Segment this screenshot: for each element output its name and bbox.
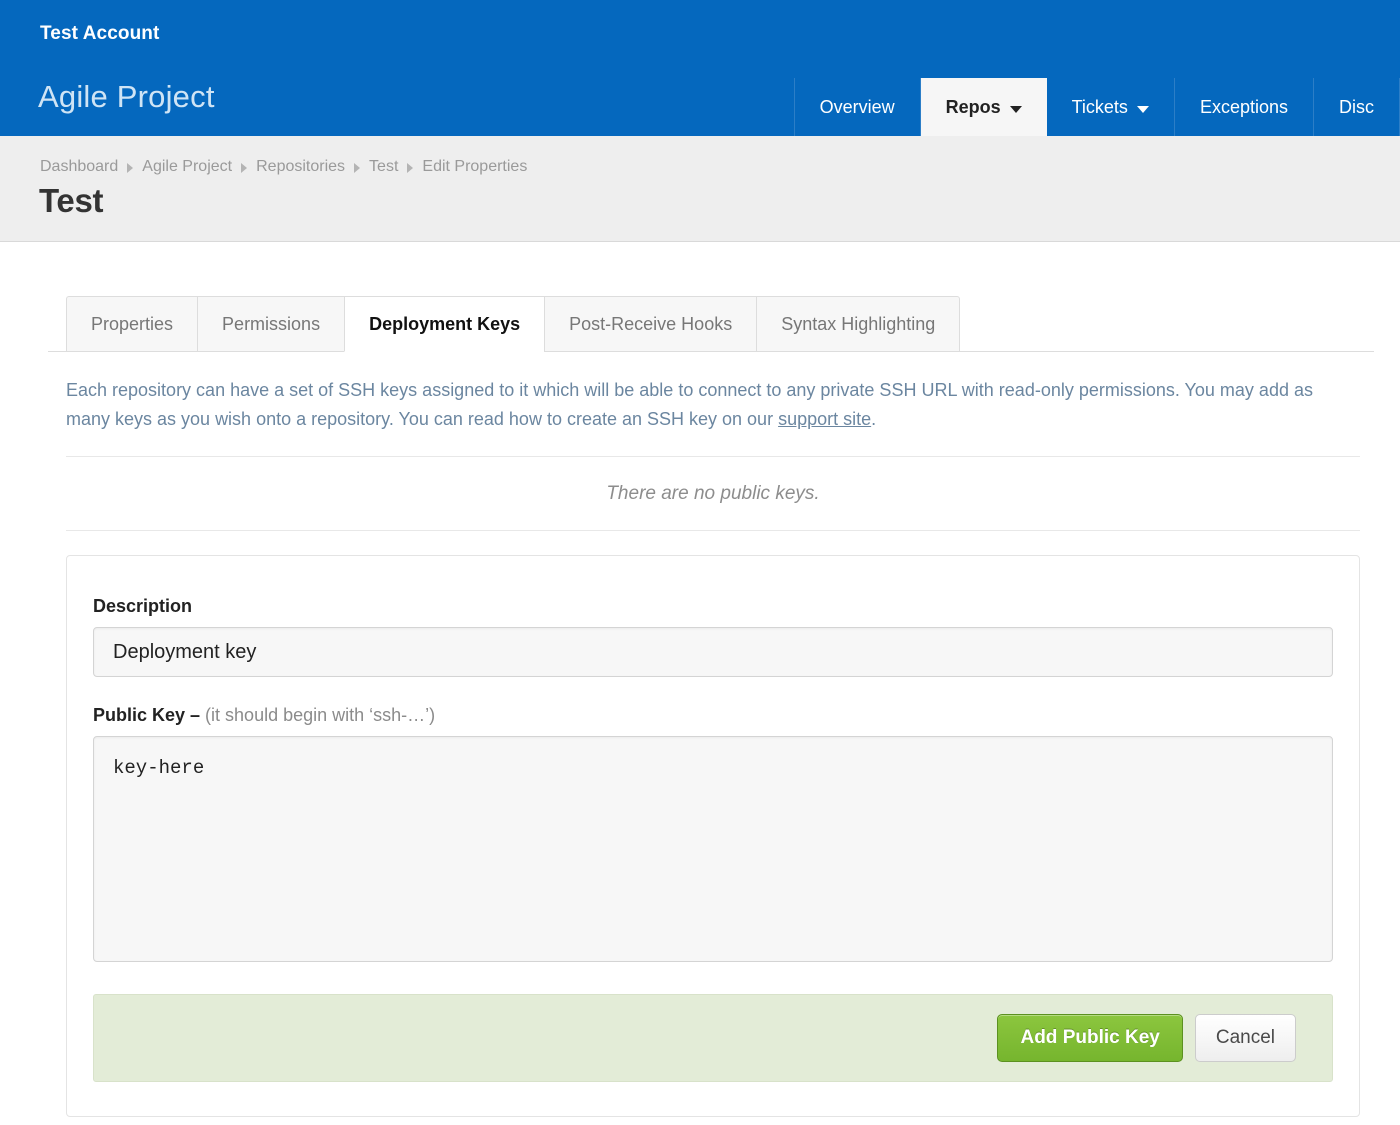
tab-permissions[interactable]: Permissions: [197, 296, 345, 352]
public-key-hint: (it should begin with ‘ssh-…’): [205, 705, 436, 725]
public-key-textarea[interactable]: [93, 736, 1333, 962]
account-name: Test Account: [40, 23, 160, 44]
nav-item-overview[interactable]: Overview: [793, 78, 921, 136]
main-content: Properties Permissions Deployment Keys P…: [0, 296, 1400, 1117]
breadcrumb-bar: Dashboard Agile Project Repositories Tes…: [0, 136, 1400, 242]
nav-label-tickets: Tickets: [1071, 96, 1128, 117]
form-actions-bar: Add Public Key Cancel: [93, 994, 1333, 1082]
tab-label-permissions: Permissions: [222, 313, 321, 334]
chevron-right-icon: [127, 163, 134, 173]
app-header: Test Account Agile Project Overview Repo…: [0, 0, 1400, 136]
breadcrumb-item-test[interactable]: Test: [369, 158, 398, 176]
chevron-down-icon: [1136, 105, 1149, 113]
chevron-right-icon: [354, 163, 361, 173]
page-title: Test: [39, 182, 104, 219]
tab-label-post-receive-hooks: Post-Receive Hooks: [569, 313, 733, 334]
nav-label-exceptions: Exceptions: [1199, 96, 1288, 117]
nav-item-exceptions[interactable]: Exceptions: [1175, 78, 1314, 136]
tab-label-syntax-highlighting: Syntax Highlighting: [781, 313, 936, 334]
intro-text-before-link: Each repository can have a set of SSH ke…: [66, 380, 1313, 429]
main-navigation: Overview Repos Tickets Exceptions Disc: [793, 78, 1400, 136]
breadcrumb: Dashboard Agile Project Repositories Tes…: [40, 158, 527, 176]
cancel-button[interactable]: Cancel: [1194, 1014, 1296, 1062]
chevron-right-icon: [241, 163, 248, 173]
nav-item-repos[interactable]: Repos: [920, 78, 1047, 136]
nav-item-discussions[interactable]: Disc: [1314, 78, 1400, 136]
breadcrumb-item-repositories[interactable]: Repositories: [256, 158, 345, 176]
field-spacer: [93, 677, 1333, 705]
project-title: Agile Project: [38, 79, 215, 114]
tab-deployment-keys[interactable]: Deployment Keys: [344, 296, 545, 352]
description-label: Description: [93, 596, 193, 616]
public-key-label-text: Public Key –: [93, 705, 206, 725]
breadcrumb-item-edit-properties[interactable]: Edit Properties: [422, 158, 527, 176]
add-public-key-button[interactable]: Add Public Key: [997, 1014, 1183, 1062]
nav-item-tickets[interactable]: Tickets: [1047, 78, 1175, 136]
nav-label-discussions: Disc: [1339, 96, 1374, 117]
tab-properties[interactable]: Properties: [66, 296, 198, 352]
breadcrumb-item-agile-project[interactable]: Agile Project: [142, 158, 232, 176]
description-input[interactable]: [93, 627, 1333, 677]
tab-label-deployment-keys: Deployment Keys: [369, 313, 521, 334]
deployment-keys-description: Each repository can have a set of SSH ke…: [66, 376, 1344, 434]
chevron-down-icon: [1009, 105, 1022, 113]
tab-syntax-highlighting[interactable]: Syntax Highlighting: [756, 296, 961, 352]
no-public-keys-message: There are no public keys.: [606, 483, 820, 504]
tab-label-properties: Properties: [91, 313, 174, 334]
nav-label-repos: Repos: [945, 96, 1001, 117]
divider-bottom: [66, 530, 1360, 531]
chevron-right-icon: [407, 163, 414, 173]
tab-post-receive-hooks[interactable]: Post-Receive Hooks: [544, 296, 757, 352]
support-site-link[interactable]: support site: [778, 409, 871, 429]
add-public-key-form: Description Public Key – (it should begi…: [66, 555, 1360, 1117]
public-key-label: Public Key – (it should begin with ‘ssh-…: [93, 705, 1333, 726]
breadcrumb-item-dashboard[interactable]: Dashboard: [40, 158, 118, 176]
repo-settings-tabs: Properties Permissions Deployment Keys P…: [0, 296, 1400, 352]
nav-label-overview: Overview: [819, 96, 895, 117]
intro-text-after-link: .: [871, 409, 877, 429]
